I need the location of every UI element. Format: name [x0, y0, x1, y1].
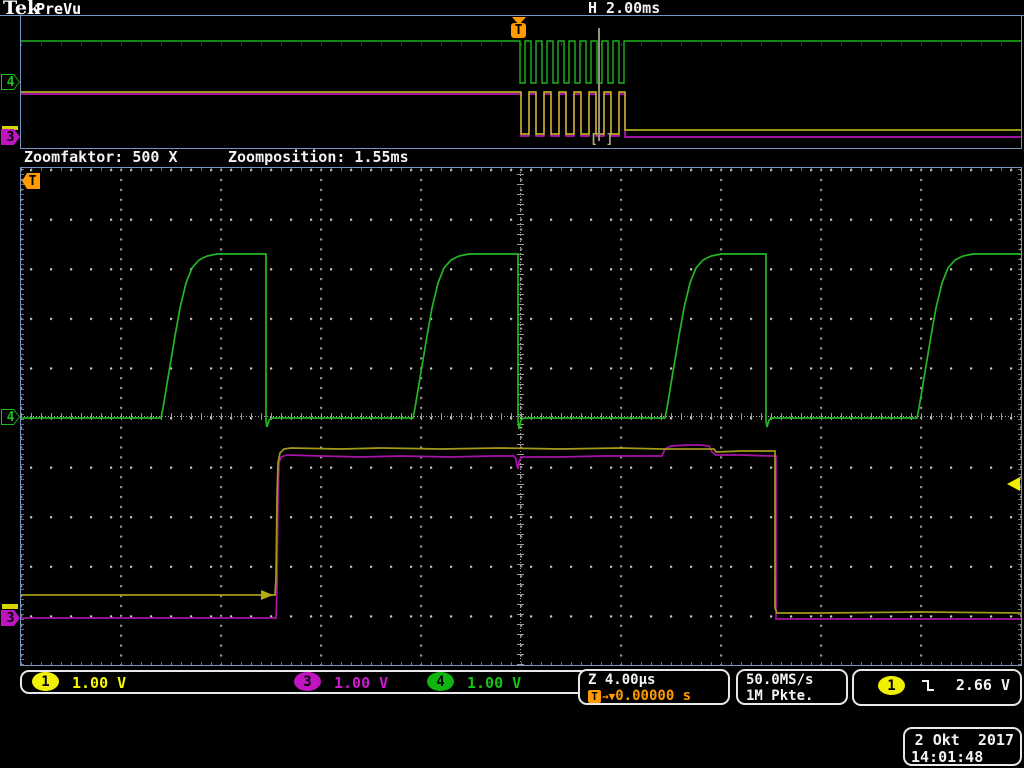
ch1-step-arrow [261, 590, 273, 600]
trigger-source-badge[interactable]: 1 [878, 676, 905, 695]
datetime-box[interactable]: 2 Okt 2017 14:01:48 [903, 727, 1022, 766]
ch1-main-trace [21, 447, 1021, 614]
falling-edge-icon [922, 680, 934, 691]
ch1-scale: 1.00 V [72, 674, 127, 692]
main-ch4-marker[interactable]: 4 [1, 409, 20, 425]
oscilloscope-screen: Tek PreVu H 2.00ms [ ] T 4 3 Zoomfaktor:… [0, 0, 1024, 768]
trigger-t-icon: T [511, 23, 526, 38]
zoom-timebase: Z 4.00µs [588, 672, 656, 688]
ch3-badge[interactable]: 3 [294, 672, 321, 691]
ch1-overview-trace [21, 91, 1021, 135]
trigger-box[interactable]: 1 2.66 V [852, 669, 1022, 706]
overview-trigger-marker[interactable]: T [511, 17, 526, 38]
trigger-level: 2.66 V [955, 676, 1010, 694]
trigger-t-icon: T [588, 689, 601, 703]
record-length: 1M Pkte. [746, 688, 814, 704]
ch4-scale: 1.00 V [467, 674, 522, 692]
main-ch1-marker[interactable] [2, 604, 18, 609]
ch4-badge[interactable]: 4 [427, 672, 454, 691]
main-ch3-marker[interactable]: 3 [1, 610, 20, 626]
sample-rate: 50.0MS/s [746, 672, 814, 688]
ch3-scale: 1.00 V [334, 674, 389, 692]
main-waveforms [21, 253, 1021, 620]
arrow-down-icon: →▼ [602, 689, 616, 703]
acquisition-box[interactable]: 50.0MS/s 1M Pkte. [736, 669, 848, 705]
overview-window: [ ] T [20, 15, 1022, 149]
ch4-main-trace [21, 253, 1021, 430]
zoom-position-readout: Zoomposition: 1.55ms [228, 148, 409, 166]
ch3-main-trace [21, 444, 1021, 620]
trigger-position-readout: T →▼ 0.00000 s [588, 688, 691, 704]
channel-scales-box[interactable]: 1 1.00 V 3 1.00 V 4 1.00 V [20, 670, 590, 694]
ch1-badge[interactable]: 1 [32, 672, 59, 691]
overview-ch3-marker[interactable]: 3 [1, 129, 20, 145]
date-readout: 2 Okt 2017 [914, 731, 1014, 749]
trigger-level-arrow[interactable] [1007, 477, 1020, 491]
overview-ch4-marker[interactable]: 4 [1, 74, 20, 90]
zoom-bracket: [ ] [590, 132, 614, 147]
zoom-waveform-window: T [20, 167, 1022, 666]
zoom-position-line[interactable] [598, 28, 600, 141]
zoom-scale-box[interactable]: Z 4.00µs T →▼ 0.00000 s [578, 669, 730, 705]
zoom-factor-readout: Zoomfaktor: 500 X [24, 148, 178, 166]
time-readout: 14:01:48 [911, 748, 984, 766]
ch4-overview-trace [21, 40, 1021, 84]
